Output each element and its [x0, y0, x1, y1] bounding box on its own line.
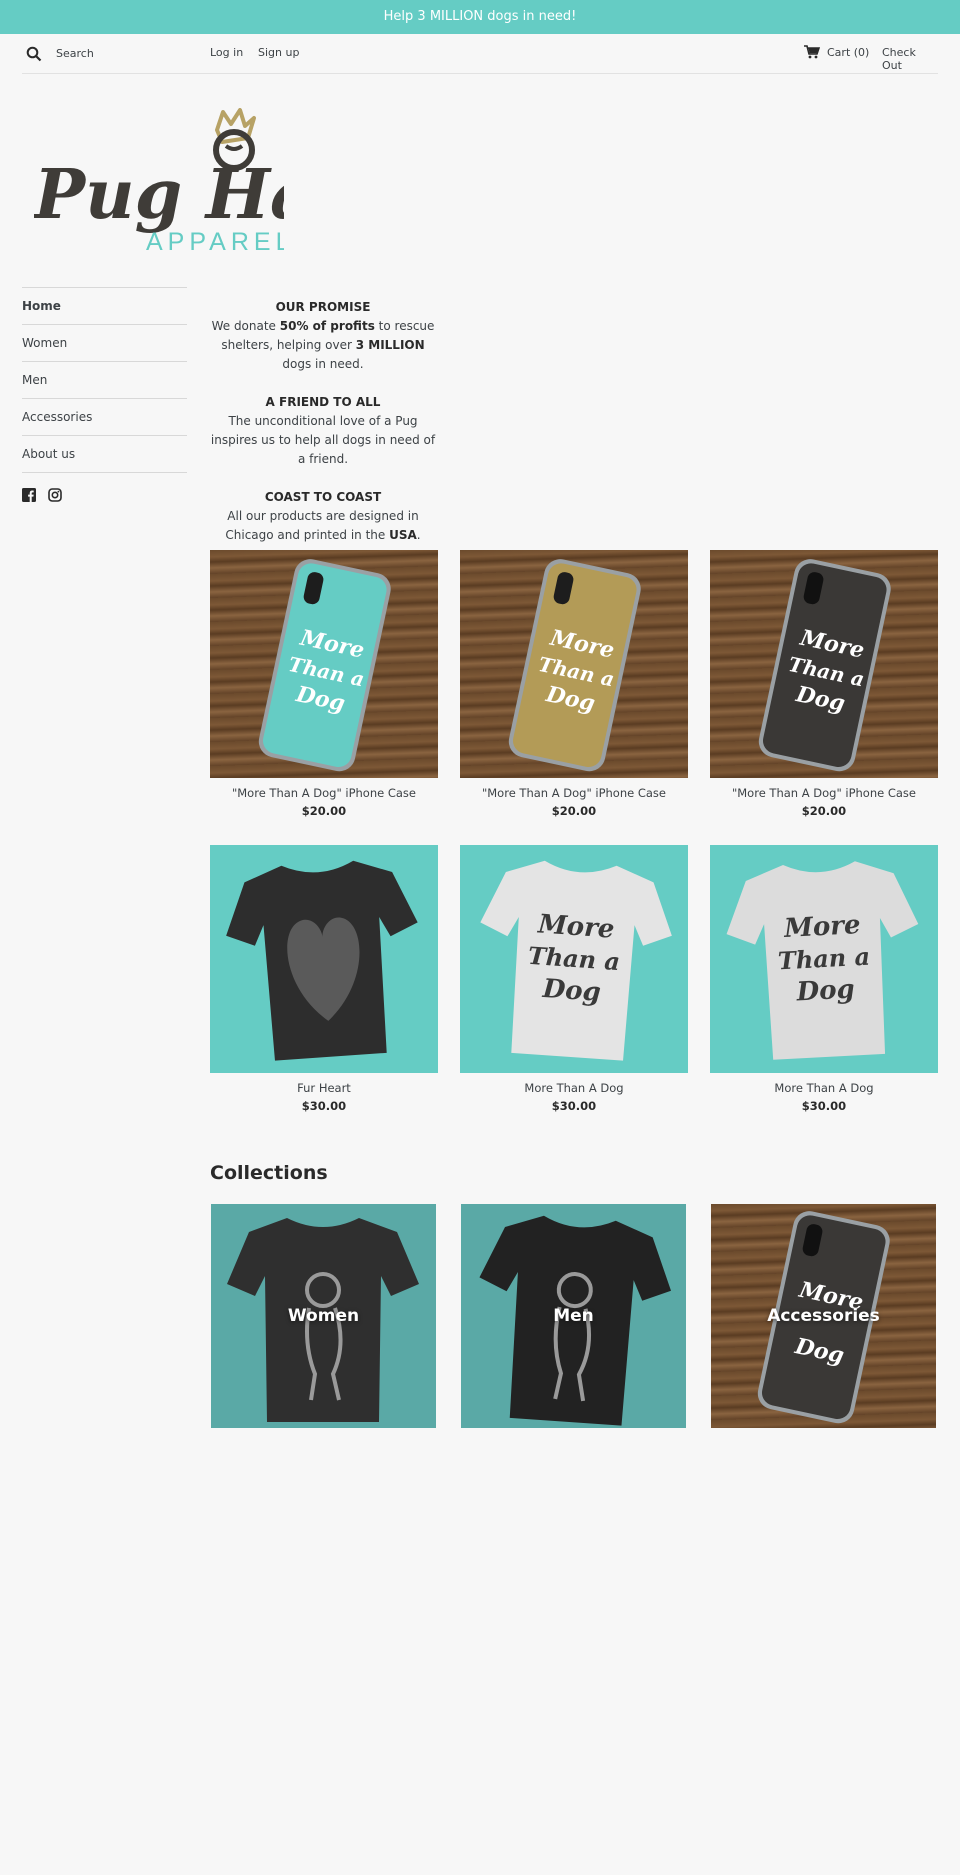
- instagram-icon[interactable]: [48, 488, 62, 502]
- product-title[interactable]: "More Than A Dog" iPhone Case: [460, 786, 688, 800]
- product-price: $20.00: [301, 804, 347, 818]
- collection-men[interactable]: Men: [461, 1204, 686, 1428]
- product-image[interactable]: More Than a Dog: [460, 845, 688, 1073]
- svg-text:Pug Haus: Pug Haus: [34, 155, 284, 235]
- svg-text:APPAREL: APPAREL: [146, 228, 284, 256]
- product-price: $30.00: [301, 1099, 347, 1113]
- product-title[interactable]: More Than A Dog: [460, 1081, 688, 1095]
- sidebar-item-about[interactable]: About us: [22, 435, 187, 472]
- friend-text: The unconditional love of a Pug inspires…: [210, 414, 436, 466]
- product-card[interactable]: More Than a Dog "More Than A Dog" iPhone…: [710, 550, 938, 818]
- tshirt-image: More Than a Dog: [726, 861, 919, 1060]
- tshirt-image: [226, 860, 418, 1061]
- promise-heading: OUR PROMISE: [275, 300, 371, 314]
- product-image[interactable]: More Than a Dog: [710, 845, 938, 1073]
- product-title[interactable]: More Than A Dog: [710, 1081, 938, 1095]
- login-link[interactable]: Log in: [210, 46, 243, 59]
- phone-case-image: More Than a Dog: [508, 559, 641, 772]
- coast-heading: COAST TO COAST: [264, 490, 382, 504]
- svg-text:More: More: [782, 910, 861, 944]
- sidebar-item-accessories[interactable]: Accessories: [22, 398, 187, 435]
- product-card[interactable]: More Than a Dog More Than A Dog $30.00: [460, 845, 688, 1113]
- svg-text:More: More: [536, 909, 615, 944]
- friend-heading: A FRIEND TO ALL: [265, 395, 381, 409]
- product-price: $20.00: [551, 804, 597, 818]
- sidebar-item-women[interactable]: Women: [22, 324, 187, 361]
- svg-text:Than a: Than a: [777, 942, 871, 976]
- product-card[interactable]: Fur Heart $30.00: [210, 845, 438, 1113]
- search-icon[interactable]: [26, 46, 42, 62]
- product-image[interactable]: More Than a Dog: [210, 550, 438, 778]
- product-image[interactable]: More Than a Dog: [710, 550, 938, 778]
- product-price: $30.00: [801, 1099, 847, 1113]
- pug-haus-logo[interactable]: Pug Haus APPAREL: [34, 108, 284, 256]
- sidebar-item-men[interactable]: Men: [22, 361, 187, 398]
- product-price: $20.00: [801, 804, 847, 818]
- facebook-icon[interactable]: [22, 488, 36, 502]
- svg-text:Dog: Dog: [795, 974, 856, 1007]
- sidebar-divider: [22, 472, 187, 473]
- top-bar: Log in Sign up Cart (0) Check Out: [22, 34, 938, 74]
- collection-accessories[interactable]: More Dog Accessories: [711, 1204, 936, 1428]
- signup-link[interactable]: Sign up: [258, 46, 299, 59]
- product-price: $30.00: [551, 1099, 597, 1113]
- announcement-bar[interactable]: Help 3 MILLION dogs in need!: [0, 0, 960, 34]
- checkout-link[interactable]: Check Out: [882, 46, 938, 72]
- product-card[interactable]: More Than a Dog "More Than A Dog" iPhone…: [460, 550, 688, 818]
- search-input[interactable]: [56, 43, 206, 63]
- collection-label[interactable]: Accessories: [711, 1204, 936, 1428]
- cart-link[interactable]: Cart (0): [827, 46, 869, 59]
- phone-case-image: More Than a Dog: [758, 559, 891, 772]
- collections-heading: Collections: [210, 1162, 328, 1184]
- product-card[interactable]: More Than a Dog "More Than A Dog" iPhone…: [210, 550, 438, 818]
- coast-text: All our products are designed in Chicago…: [225, 509, 421, 542]
- tshirt-image: More Than a Dog: [480, 860, 672, 1061]
- promise-section: OUR PROMISE We donate 50% of profits to …: [208, 298, 438, 545]
- phone-case-image: More Than a Dog: [258, 559, 391, 772]
- collection-women[interactable]: Women: [211, 1204, 436, 1428]
- product-title[interactable]: "More Than A Dog" iPhone Case: [210, 786, 438, 800]
- collection-label[interactable]: Women: [211, 1204, 436, 1428]
- cart-icon[interactable]: [804, 45, 820, 59]
- product-image[interactable]: More Than a Dog: [460, 550, 688, 778]
- sidebar-nav: Home Women Men Accessories About us: [22, 287, 187, 473]
- product-title[interactable]: "More Than A Dog" iPhone Case: [710, 786, 938, 800]
- product-image[interactable]: [210, 845, 438, 1073]
- svg-text:Dog: Dog: [541, 974, 602, 1008]
- sidebar-item-home[interactable]: Home: [22, 287, 187, 324]
- collection-label[interactable]: Men: [461, 1204, 686, 1428]
- promise-text: We donate 50% of profits to rescue shelt…: [211, 319, 435, 371]
- product-title[interactable]: Fur Heart: [210, 1081, 438, 1095]
- social-links: [22, 487, 62, 506]
- product-card[interactable]: More Than a Dog More Than A Dog $30.00: [710, 845, 938, 1113]
